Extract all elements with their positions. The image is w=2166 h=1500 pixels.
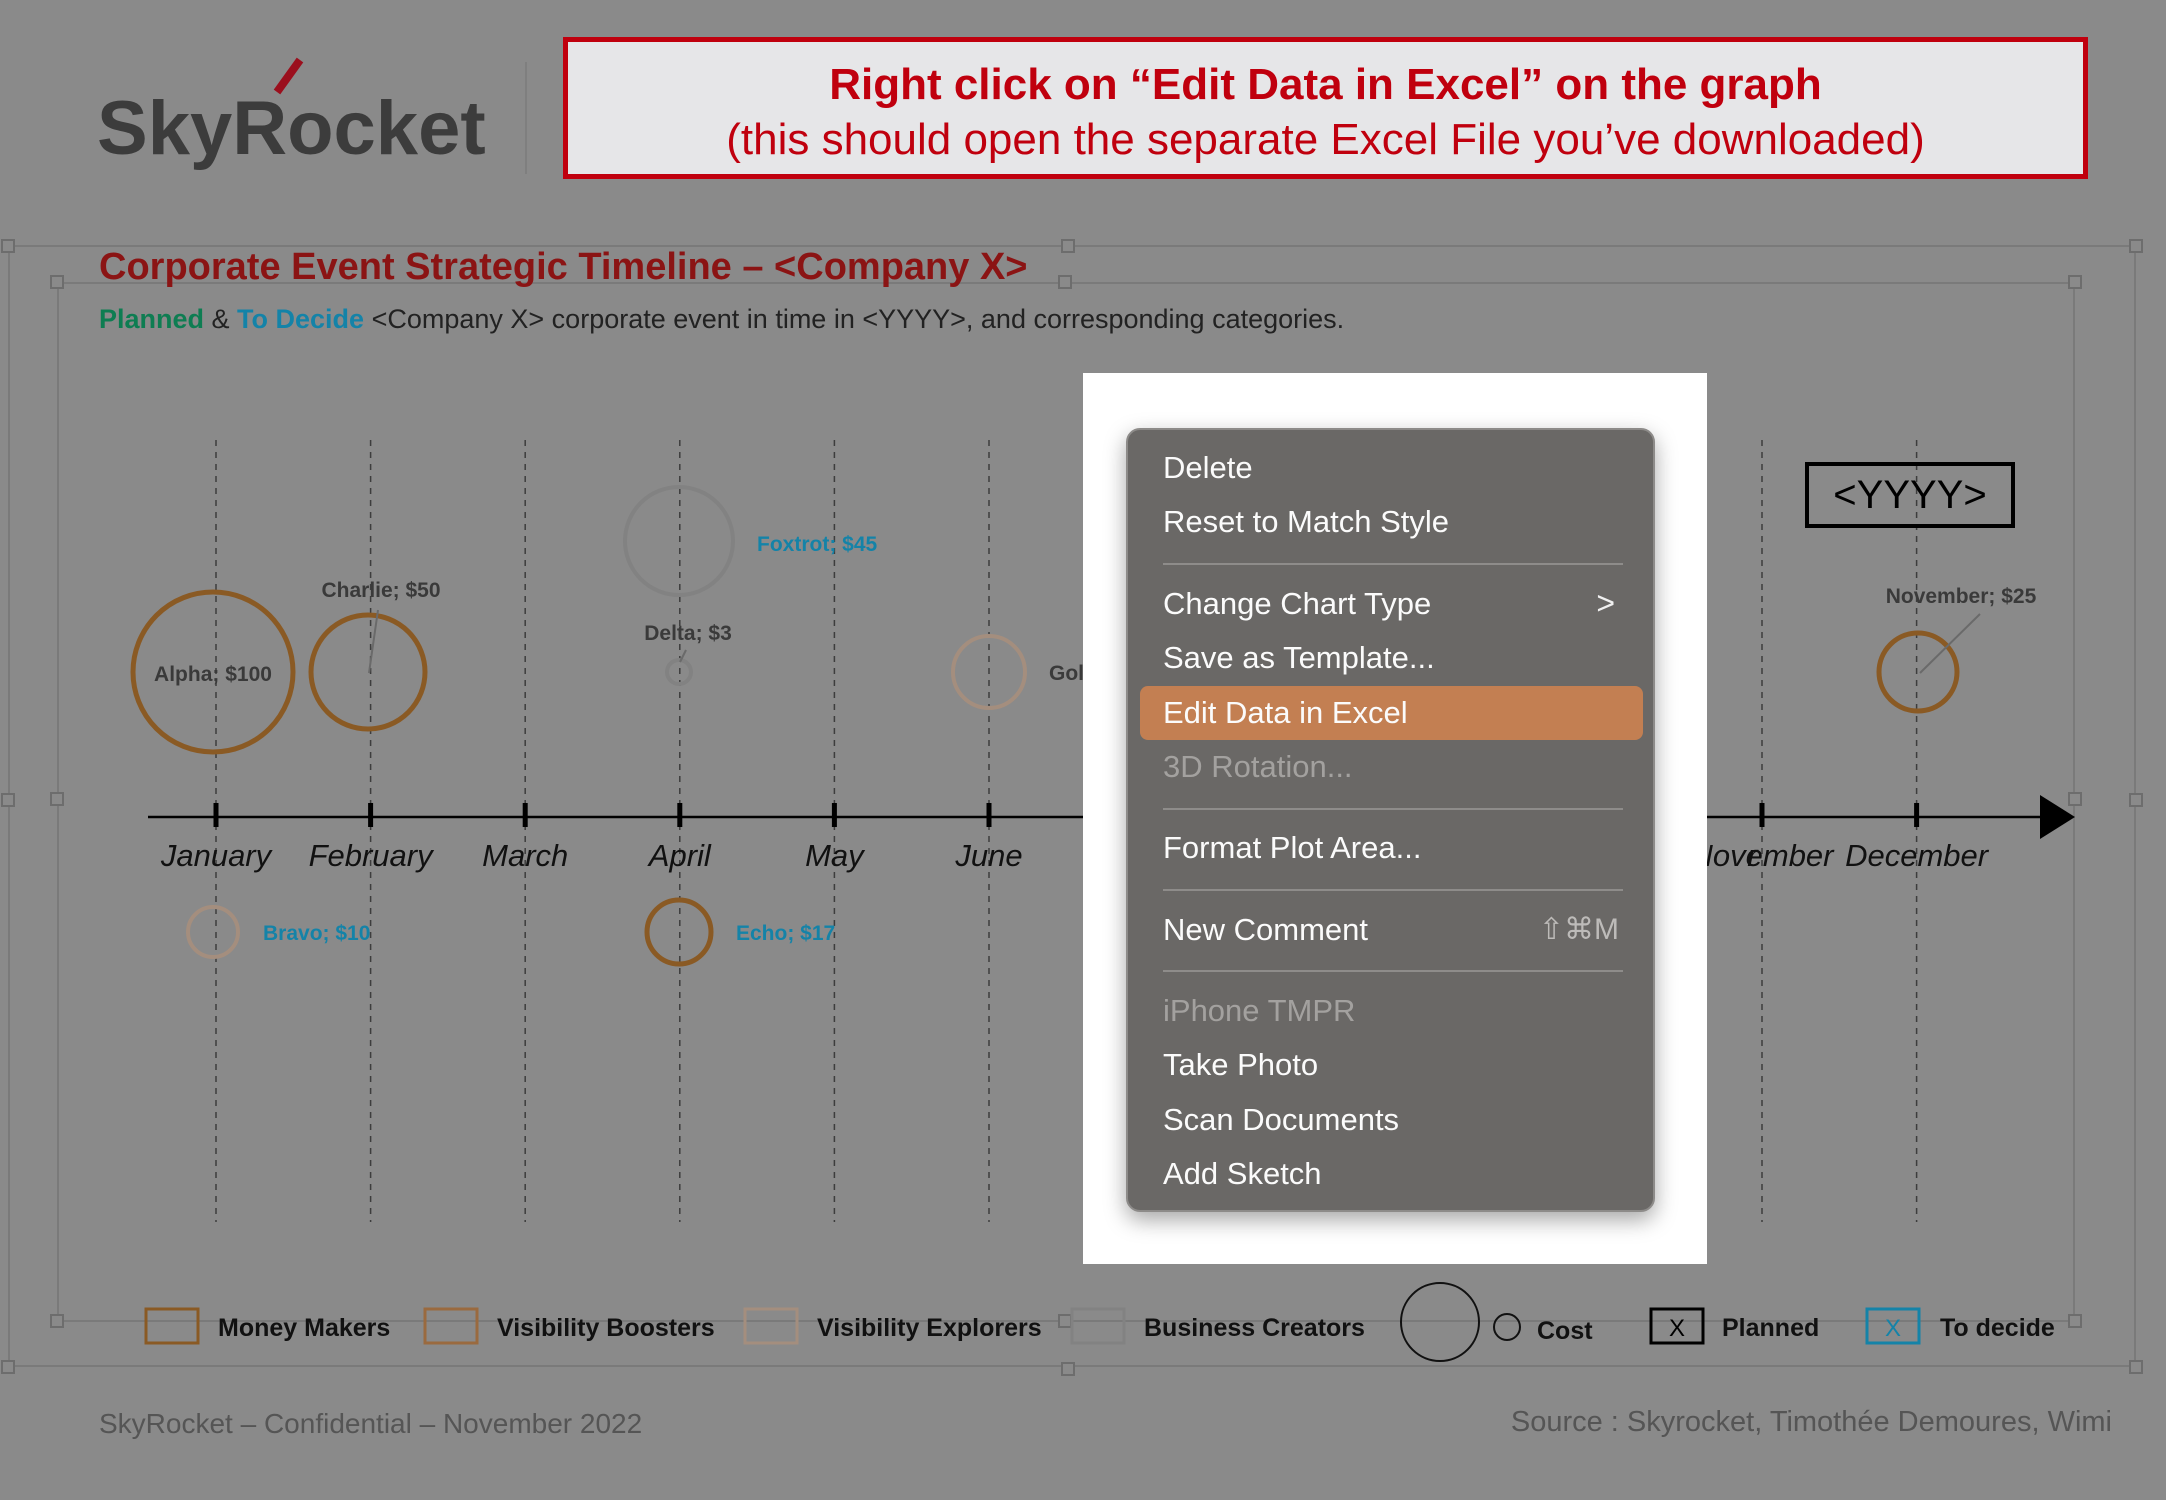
menu-item-iphone-tmpr: iPhone TMPR [1163, 993, 1356, 1028]
menu-item-change-chart-type[interactable]: Change Chart Type [1163, 586, 1623, 622]
menu-item-save-as-template[interactable]: Save as Template... [1163, 640, 1435, 676]
event-label: Delta; $3 [644, 622, 732, 645]
legend-label: Planned [1722, 1314, 1819, 1342]
month-label: November [1691, 838, 1836, 873]
event-label: Alpha; $100 [154, 663, 272, 686]
menu-separator [1163, 970, 1623, 972]
month-label: December [1845, 838, 1990, 873]
month-tick [1914, 803, 1920, 827]
axis-arrow-icon [2040, 795, 2075, 839]
event-bubble [1876, 630, 1960, 714]
menu-separator [1163, 563, 1623, 565]
month-tick [522, 803, 528, 827]
legend-todecide-x: X [1885, 1315, 1901, 1342]
legend-label: To decide [1940, 1314, 2055, 1342]
legend-label: Business Creators [1144, 1314, 1365, 1342]
chevron-right-icon: > [1596, 585, 1615, 621]
menu-separator [1163, 889, 1623, 891]
context-menu: Delete Reset to Match Style Change Chart… [1126, 428, 1655, 1212]
legend-cost-small-circle [1493, 1313, 1521, 1341]
shortcut-new-comment: ⇧⌘M [1538, 913, 1619, 946]
year-label: <YYYY> [1805, 462, 2015, 528]
event-bubble [186, 905, 240, 959]
month-label: January [160, 838, 274, 873]
event-label: Charlie; $50 [321, 579, 440, 602]
label-leader-line [1919, 613, 1981, 674]
month-label: June [954, 838, 1022, 873]
month-tick [677, 803, 683, 827]
event-label: November; $25 [1886, 585, 2037, 608]
month-label: May [805, 838, 866, 873]
legend-label: Visibility Boosters [497, 1314, 715, 1342]
legend-cost-large-circle [1400, 1282, 1480, 1362]
legend-label: Visibility Explorers [817, 1314, 1042, 1342]
month-label: February [309, 838, 436, 873]
event-bubble [308, 612, 428, 732]
menu-item-delete[interactable]: Delete [1163, 450, 1253, 486]
footer-confidential: SkyRocket – Confidential – November 2022 [99, 1408, 643, 1439]
event-bubble [623, 485, 735, 597]
month-label: March [482, 838, 568, 873]
event-bubble [665, 658, 693, 686]
menu-item-add-sketch[interactable]: Add Sketch [1163, 1156, 1322, 1192]
menu-item-reset-to-match-style[interactable]: Reset to Match Style [1163, 504, 1449, 540]
menu-item-new-comment[interactable]: New Comment [1163, 912, 1368, 948]
label-leader-line [368, 609, 379, 674]
month-tick [368, 803, 374, 827]
legend-planned-x: X [1669, 1315, 1685, 1342]
legend-swatch [1070, 1307, 1126, 1345]
month-tick [831, 803, 837, 827]
menu-item-edit-data-in-excel[interactable]: Edit Data in Excel [1163, 695, 1408, 731]
footer-source: Source : Skyrocket, Timothée Demoures, W… [1510, 1406, 2112, 1438]
event-label: Bravo; $10 [263, 922, 370, 945]
month-tick [986, 803, 992, 827]
menu-item-3d-rotation: 3D Rotation... [1163, 749, 1353, 784]
menu-item-scan-documents[interactable]: Scan Documents [1163, 1102, 1399, 1138]
month-label: April [647, 838, 712, 873]
month-tick [1759, 803, 1765, 827]
event-label: Foxtrot; $45 [757, 533, 878, 556]
legend-swatch [423, 1307, 479, 1345]
menu-item-format-plot-area[interactable]: Format Plot Area... [1163, 830, 1421, 866]
menu-separator [1163, 808, 1623, 810]
legend-label: Money Makers [218, 1314, 390, 1342]
legend-swatch [144, 1307, 200, 1345]
legend-label: Cost [1537, 1317, 1593, 1345]
event-bubble [644, 897, 714, 967]
legend-swatch [743, 1307, 799, 1345]
month-tick [213, 803, 219, 827]
event-label: Echo; $17 [736, 922, 835, 945]
menu-item-label: Change Chart Type [1163, 586, 1432, 621]
menu-item-take-photo[interactable]: Take Photo [1163, 1047, 1318, 1083]
